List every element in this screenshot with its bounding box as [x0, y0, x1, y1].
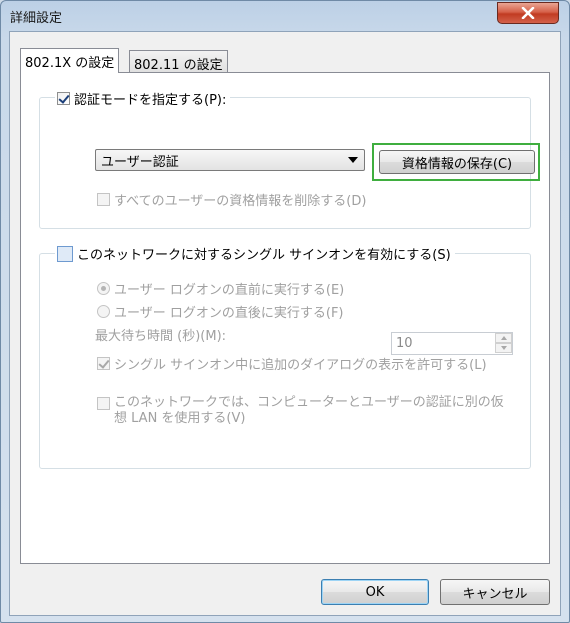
close-button[interactable] [497, 2, 559, 24]
specify-auth-mode-label: 認証モードを指定する(P): [74, 93, 227, 108]
tab-80211-settings[interactable]: 802.11 の設定 [129, 50, 228, 73]
cancel-button[interactable]: キャンセル [440, 579, 550, 605]
separate-vlan-label-line2: 想 LAN を使用する(V) [114, 411, 246, 426]
enable-sso-checkbox[interactable]: このネットワークに対するシングル サインオンを有効にする(S) [55, 244, 455, 263]
separate-vlan-check-icon [97, 397, 110, 410]
tab-panel-8021x: 認証モードを指定する(P): ユーザー認証 資格情報の保存(C) すべてのユーザ… [20, 72, 550, 564]
spinner-down-icon [500, 346, 507, 350]
after-logon-label: ユーザー ログオンの直後に実行する(F) [114, 306, 344, 321]
spinner-down-button[interactable] [495, 343, 512, 353]
before-logon-label: ユーザー ログオンの直前に実行する(E) [114, 283, 345, 298]
tab-8021x-settings[interactable]: 802.1X の設定 [20, 48, 120, 73]
max-wait-time-spinner[interactable]: 10 [391, 332, 513, 355]
close-icon [521, 7, 535, 19]
max-wait-time-value: 10 [396, 336, 413, 351]
title-bar: 詳細設定 [1, 1, 569, 31]
auth-mode-selected-value: ユーザー認証 [101, 154, 179, 170]
advanced-settings-dialog: 詳細設定 802.1X の設定 802.11 の設定 認証モードを指定する(P)… [0, 0, 570, 623]
allow-additional-dialogs-checkbox[interactable]: シングル サインオン中に追加のダイアログの表示を許可する(L) [97, 354, 487, 373]
save-credentials-button[interactable]: 資格情報の保存(C) [379, 150, 535, 174]
spinner-up-icon [500, 336, 507, 340]
spinner-up-button[interactable] [495, 333, 512, 343]
enable-sso-check-icon [57, 245, 73, 262]
separate-vlan-label-line1: このネットワークでは、コンピューターとユーザーの認証に別の仮 [114, 395, 504, 410]
auth-mode-dropdown[interactable]: ユーザー認証 [95, 149, 365, 171]
ok-button[interactable]: OK [321, 579, 429, 605]
delete-credentials-label: すべてのユーザーの資格情報を削除する(D) [114, 194, 367, 209]
delete-all-credentials-checkbox[interactable]: すべてのユーザーの資格情報を削除する(D) [97, 190, 366, 209]
spinner-buttons [495, 333, 512, 354]
specify-auth-mode-check-icon [57, 92, 70, 105]
radio-before-logon-icon [97, 282, 110, 295]
max-wait-time-label: 最大待ち時間 (秒)(M): [95, 329, 227, 344]
window-title: 詳細設定 [10, 11, 63, 26]
radio-after-logon[interactable]: ユーザー ログオンの直後に実行する(F) [97, 302, 344, 321]
max-wait-time-label-row: 最大待ち時間 (秒)(M): [95, 325, 226, 344]
radio-before-logon[interactable]: ユーザー ログオンの直前に実行する(E) [97, 279, 344, 298]
allow-dialogs-label: シングル サインオン中に追加のダイアログの表示を許可する(L) [114, 358, 487, 373]
specify-auth-mode-checkbox[interactable]: 認証モードを指定する(P): [55, 89, 231, 108]
dialog-client-area: 802.1X の設定 802.11 の設定 認証モードを指定する(P): ユーザ… [9, 31, 561, 616]
enable-sso-label: このネットワークに対するシングル サインオンを有効にする(S) [77, 248, 451, 263]
delete-credentials-check-icon [97, 193, 110, 206]
radio-after-logon-icon [97, 305, 110, 318]
separate-vlan-checkbox[interactable]: このネットワークでは、コンピューターとユーザーの認証に別の仮 想 LAN を使用… [97, 395, 504, 427]
allow-dialogs-check-icon [97, 357, 110, 370]
dropdown-arrow-icon [348, 157, 358, 163]
separate-vlan-label: このネットワークでは、コンピューターとユーザーの認証に別の仮 想 LAN を使用… [114, 395, 504, 427]
